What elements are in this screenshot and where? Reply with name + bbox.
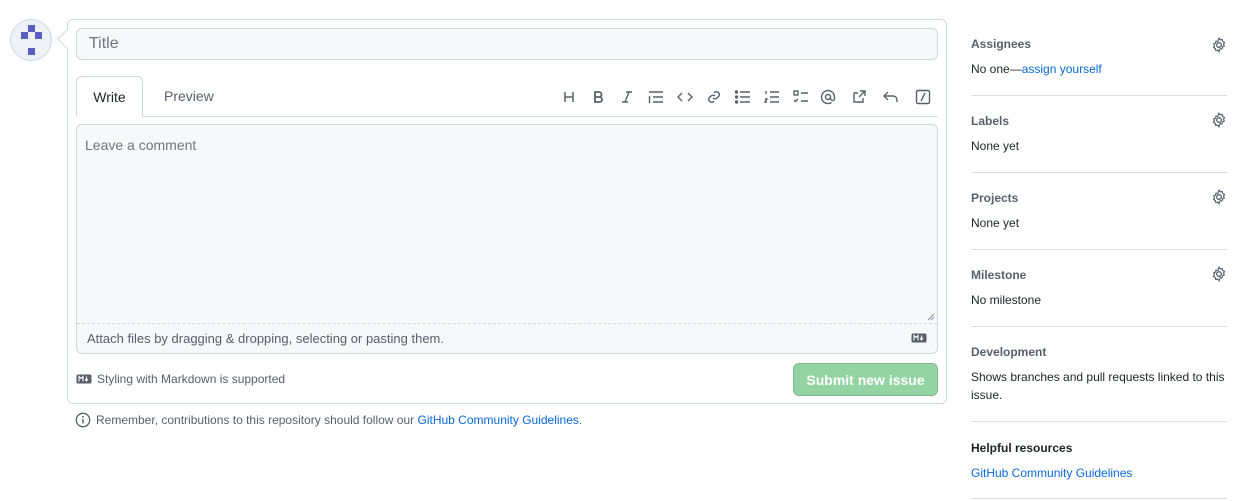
- projects-value: None yet: [971, 216, 1020, 230]
- attach-files-bar[interactable]: Attach files by dragging & dropping, sel…: [77, 323, 937, 353]
- heading-icon[interactable]: [558, 86, 580, 108]
- bold-icon[interactable]: [587, 86, 609, 108]
- milestone-value: No milestone: [971, 293, 1042, 307]
- helpful-resources-title: Helpful resources: [971, 441, 1073, 455]
- labels-value: None yet: [971, 139, 1020, 153]
- markdown-note[interactable]: Styling with Markdown is supported: [76, 372, 285, 386]
- comment-textarea[interactable]: [77, 125, 937, 323]
- code-icon[interactable]: [674, 86, 696, 108]
- sidebar-helpful-resources: Helpful resources GitHub Community Guide…: [971, 422, 1227, 499]
- development-value: Shows branches and pull requests linked …: [971, 370, 1225, 402]
- sidebar-development: Development Shows branches and pull requ…: [971, 327, 1227, 422]
- italic-icon[interactable]: [616, 86, 638, 108]
- mention-icon[interactable]: [817, 86, 839, 108]
- markdown-icon: [911, 333, 927, 343]
- reminder-end: .: [578, 413, 583, 427]
- new-issue-form: Write Preview: [67, 19, 947, 404]
- cross-reference-icon[interactable]: [848, 86, 870, 108]
- task-list-icon[interactable]: [790, 86, 812, 108]
- tabs-divider: [76, 116, 938, 117]
- tab-preview[interactable]: Preview: [148, 76, 230, 117]
- reminder-text: Remember, contributions to this reposito…: [96, 413, 415, 427]
- helpful-guidelines-link[interactable]: GitHub Community Guidelines: [971, 466, 1132, 480]
- labels-title: Labels: [971, 114, 1010, 128]
- ordered-list-icon[interactable]: [761, 86, 783, 108]
- markdown-icon: [76, 374, 92, 384]
- gear-icon[interactable]: [1211, 112, 1227, 128]
- gear-icon[interactable]: [1211, 266, 1227, 282]
- gear-icon[interactable]: [1211, 189, 1227, 205]
- quote-icon[interactable]: [645, 86, 667, 108]
- resize-grip-icon[interactable]: [925, 311, 935, 321]
- slash-command-icon[interactable]: [912, 86, 934, 108]
- milestone-title: Milestone: [971, 268, 1027, 282]
- markdown-note-text: Styling with Markdown is supported: [97, 372, 286, 386]
- assignees-title: Assignees: [971, 37, 1032, 51]
- gear-icon[interactable]: [1211, 37, 1227, 53]
- community-guidelines-link[interactable]: GitHub Community Guidelines: [418, 413, 579, 427]
- assignees-none-text: No one—: [971, 62, 1022, 76]
- development-title: Development: [971, 345, 1047, 359]
- info-icon: [75, 412, 91, 428]
- link-icon[interactable]: [703, 86, 725, 108]
- contribution-reminder: Remember, contributions to this reposito…: [75, 412, 582, 428]
- helpful-resources-value: GitHub Community Guidelines: [971, 464, 1227, 482]
- sidebar-projects: Projects None yet: [971, 173, 1227, 250]
- assignees-value: No one—assign yourself: [971, 60, 1227, 78]
- sidebar-labels: Labels None yet: [971, 96, 1227, 173]
- assign-yourself-link[interactable]: assign yourself: [1022, 62, 1102, 76]
- unordered-list-icon[interactable]: [732, 86, 754, 108]
- projects-title: Projects: [971, 191, 1019, 205]
- sidebar-assignees: Assignees No one—assign yourself: [971, 27, 1227, 96]
- title-input[interactable]: [76, 28, 938, 60]
- avatar: [10, 19, 52, 61]
- saved-reply-icon[interactable]: [880, 86, 902, 108]
- issue-sidebar: Assignees No one—assign yourself Labels …: [971, 27, 1227, 499]
- submit-new-issue-button[interactable]: Submit new issue: [793, 363, 938, 396]
- attach-files-text: Attach files by dragging & dropping, sel…: [87, 331, 444, 346]
- comment-editor: Attach files by dragging & dropping, sel…: [76, 124, 938, 354]
- sidebar-milestone: Milestone No milestone: [971, 250, 1227, 327]
- tab-write[interactable]: Write: [76, 76, 143, 117]
